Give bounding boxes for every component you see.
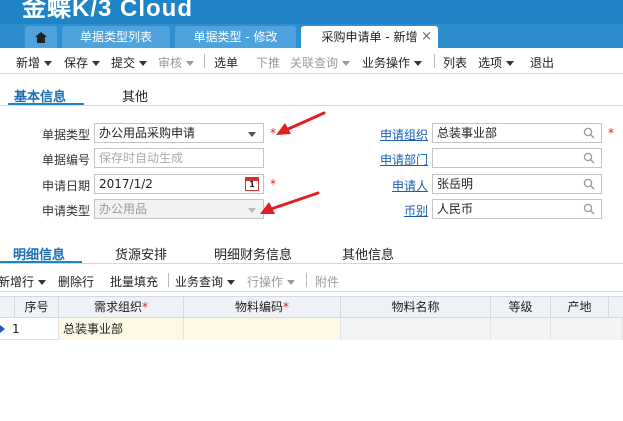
app-logo: 金蝶K/3 Cloud <box>22 0 193 22</box>
submit-button[interactable]: 提交 <box>111 54 148 71</box>
select-bill-button[interactable]: 选单 <box>214 54 238 71</box>
tab-purchase-request-new[interactable]: 采购申请单 - 新增 × <box>301 26 438 48</box>
tab-strip: 单据类型列表 单据类型 - 修改 采购申请单 - 新增 × <box>0 24 623 48</box>
new-button[interactable]: 新增 <box>16 54 53 71</box>
grid-header: 序号 需求组织* 物料编码* 物料名称 等级 产地 <box>0 296 623 318</box>
business-query-button[interactable]: 业务查询 <box>175 273 236 290</box>
search-icon[interactable] <box>583 152 595 164</box>
tab-other-info[interactable]: 其他信息 <box>342 244 394 263</box>
detail-tabs: 明细信息 货源安排 明细财务信息 其他信息 <box>0 242 623 264</box>
col-grade[interactable]: 等级 <box>491 297 551 318</box>
applicant-field[interactable]: 张岳明 <box>432 174 602 194</box>
related-query-button[interactable]: 关联查询 <box>290 54 351 71</box>
save-button[interactable]: 保存 <box>64 54 101 71</box>
required-mark: * <box>270 177 276 191</box>
main-toolbar: 新增 保存 提交 审核 选单 下推 关联查询 业务操作 列表 选项 退出 <box>0 48 623 74</box>
col-origin[interactable]: 产地 <box>551 297 609 318</box>
home-icon <box>35 32 47 43</box>
apply-date-label: 申请日期 <box>42 179 91 193</box>
tab-other[interactable]: 其他 <box>122 86 148 105</box>
close-icon[interactable]: × <box>421 26 432 48</box>
currency-field[interactable]: 人民币 <box>432 199 602 219</box>
apply-type-label: 申请类型 <box>42 204 91 218</box>
cell-seq: 1 <box>8 318 59 340</box>
tab-source-arrangement[interactable]: 货源安排 <box>115 244 167 263</box>
row-ops-button[interactable]: 行操作 <box>247 273 296 290</box>
apply-dept-field[interactable] <box>432 148 602 168</box>
calendar-icon[interactable]: 1 <box>245 177 259 191</box>
col-material-name[interactable]: 物料名称 <box>341 297 491 318</box>
apply-type-select[interactable]: 办公用品 <box>94 199 264 219</box>
cell-material-code[interactable] <box>184 318 341 340</box>
col-seq[interactable]: 序号 <box>15 297 59 318</box>
active-tab-indicator <box>8 103 84 105</box>
apply-date-field[interactable]: 2017/1/2 1 <box>94 174 264 194</box>
search-icon[interactable] <box>583 127 595 139</box>
tab-label: 采购申请单 - 新增 <box>321 30 418 44</box>
push-down-button[interactable]: 下推 <box>256 54 280 71</box>
toolbar-divider <box>434 54 435 68</box>
search-icon[interactable] <box>583 178 595 190</box>
tab-detail-finance[interactable]: 明细财务信息 <box>214 244 292 263</box>
bill-no-label: 单据编号 <box>42 153 91 167</box>
cell-grade <box>491 318 551 340</box>
chevron-down-icon <box>248 208 256 213</box>
business-ops-button[interactable]: 业务操作 <box>362 54 423 71</box>
chevron-down-icon <box>186 61 195 66</box>
col-demand-org[interactable]: 需求组织* <box>59 297 184 318</box>
exit-button[interactable]: 退出 <box>530 54 554 71</box>
bill-no-field[interactable]: 保存时自动生成 <box>94 148 264 168</box>
search-icon[interactable] <box>583 203 595 215</box>
batch-fill-button[interactable]: 批量填充 <box>110 273 158 290</box>
apply-org-label[interactable]: 申请组织 <box>380 126 428 143</box>
table-row[interactable]: 1 总装事业部 <box>0 318 623 340</box>
grid-corner <box>0 297 15 318</box>
chevron-down-icon <box>38 280 47 285</box>
options-button[interactable]: 选项 <box>478 54 515 71</box>
apply-org-field[interactable]: 总装事业部 <box>432 123 602 143</box>
attachment-button[interactable]: 附件 <box>315 273 339 290</box>
chevron-down-icon <box>287 280 296 285</box>
chevron-down-icon <box>248 132 256 137</box>
toolbar-divider <box>306 273 307 287</box>
chevron-down-icon <box>139 61 148 66</box>
annotation-arrow <box>260 191 320 214</box>
current-row-icon <box>0 325 5 333</box>
chevron-down-icon <box>414 61 423 66</box>
toolbar-divider <box>204 54 205 68</box>
bill-type-label: 单据类型 <box>42 128 91 142</box>
chevron-down-icon <box>44 61 53 66</box>
audit-button[interactable]: 审核 <box>158 54 195 71</box>
chevron-down-icon <box>506 61 515 66</box>
annotation-arrow <box>276 111 326 135</box>
header-tabs: 基本信息 其他 <box>0 84 623 106</box>
app-header: 金蝶K/3 Cloud <box>0 0 623 24</box>
bill-type-select[interactable]: 办公用品采购申请 <box>94 123 264 143</box>
col-material-code[interactable]: 物料编码* <box>184 297 341 318</box>
apply-dept-label[interactable]: 申请部门 <box>380 151 428 168</box>
chevron-down-icon <box>342 61 351 66</box>
tab-home[interactable] <box>25 26 57 48</box>
detail-toolbar: 新增行 删除行 批量填充 业务查询 行操作 附件 <box>0 268 623 292</box>
cell-demand-org[interactable]: 总装事业部 <box>59 318 184 340</box>
chevron-down-icon <box>92 61 101 66</box>
active-tab-indicator <box>0 261 82 263</box>
chevron-down-icon <box>227 280 236 285</box>
add-row-button[interactable]: 新增行 <box>0 273 47 290</box>
delete-row-button[interactable]: 删除行 <box>58 273 94 290</box>
currency-label[interactable]: 币别 <box>404 202 428 219</box>
toolbar-divider <box>168 273 169 287</box>
tab-bill-type-edit[interactable]: 单据类型 - 修改 <box>175 26 296 48</box>
cell-origin <box>551 318 623 340</box>
applicant-label[interactable]: 申请人 <box>392 177 428 194</box>
list-button[interactable]: 列表 <box>443 54 467 71</box>
cell-material-name <box>341 318 491 340</box>
required-mark: * <box>608 126 614 140</box>
tab-bill-type-list[interactable]: 单据类型列表 <box>62 26 170 48</box>
